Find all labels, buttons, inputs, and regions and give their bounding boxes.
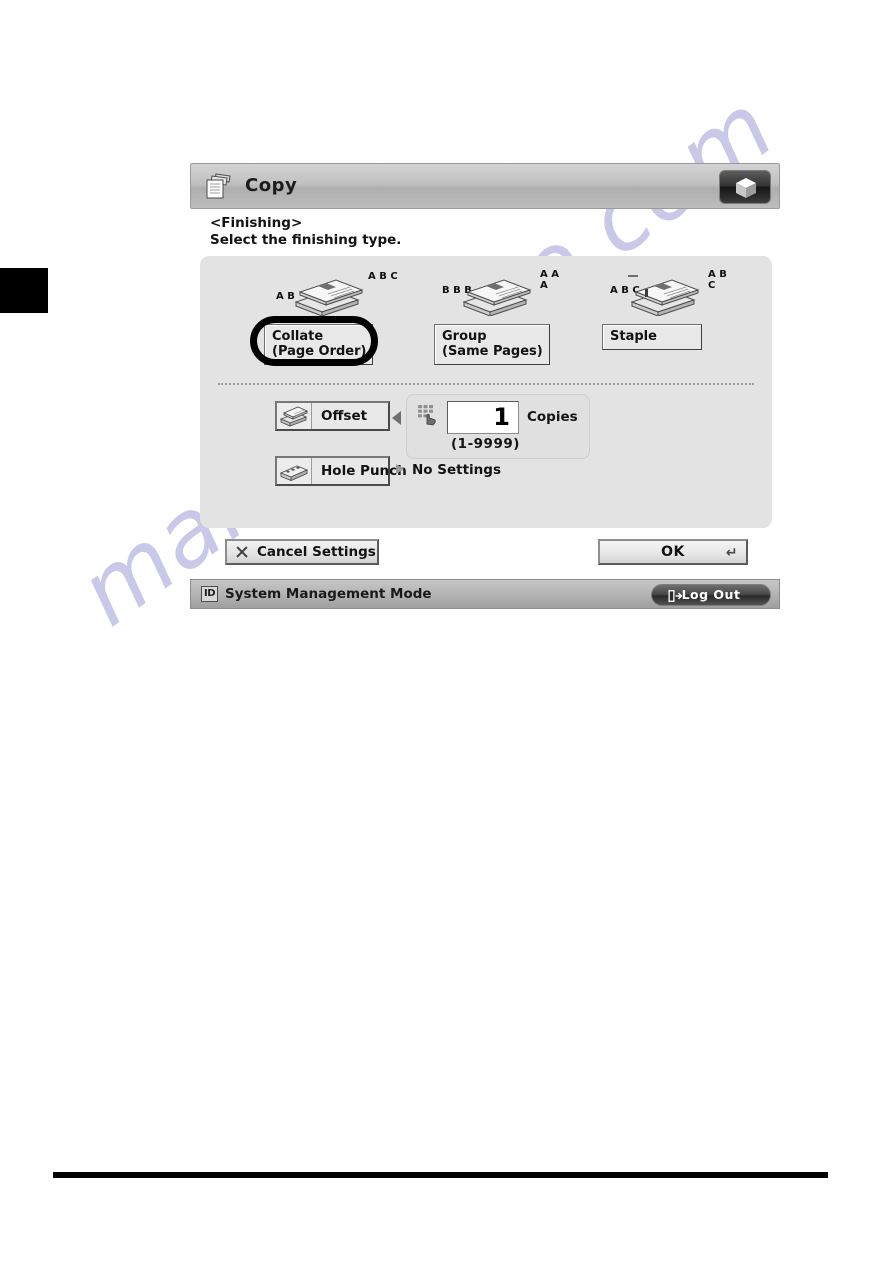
cube-icon-button[interactable] <box>719 170 771 204</box>
staple-letters-right: A B C <box>708 269 727 291</box>
copies-group: 1 Copies (1-9999) <box>406 394 590 459</box>
copy-documents-icon <box>203 172 235 202</box>
cancel-settings-button[interactable]: Cancel Settings <box>225 539 379 565</box>
numeric-keypad-icon <box>417 404 439 430</box>
finishing-option-staple[interactable]: A B C A B C Staple <box>596 256 736 381</box>
section-divider <box>218 383 754 385</box>
copies-input[interactable]: 1 <box>447 401 519 434</box>
instruction-block: <Finishing> Select the finishing type. <box>210 215 401 249</box>
offset-link-arrow-icon <box>392 411 401 425</box>
close-x-icon <box>235 546 248 559</box>
copies-unit-label: Copies <box>527 409 578 425</box>
copies-range-label: (1-9999) <box>451 436 520 452</box>
page-bottom-rule <box>53 1172 828 1178</box>
ok-button-label: OK <box>661 544 685 560</box>
hole-punch-button[interactable]: Hole Punch <box>275 456 407 486</box>
status-bar: ID System Management Mode Log Out <box>190 579 780 609</box>
cube-icon <box>736 178 756 198</box>
offset-button-label: Offset <box>321 408 368 424</box>
offset-stack-icon <box>277 403 312 429</box>
collate-letters-right: A B C <box>368 271 398 282</box>
enter-arrow-icon: ↵ <box>725 545 738 561</box>
titlebar: Copy <box>190 163 780 209</box>
paper-stack-icon: B B B A A A <box>428 260 568 322</box>
instruction-prompt: Select the finishing type. <box>210 232 402 248</box>
hole-punch-icon <box>277 458 312 484</box>
ok-button[interactable]: OK ↵ <box>598 539 748 565</box>
log-out-button[interactable]: Log Out <box>651 584 771 606</box>
hole-punch-value: No Settings <box>412 462 501 478</box>
id-badge: ID <box>201 586 218 602</box>
finishing-option-group[interactable]: B B B A A A Group (Same Pages) <box>428 256 568 381</box>
page-title: Copy <box>245 175 298 196</box>
finishing-option-staple-label[interactable]: Staple <box>602 324 702 350</box>
finishing-option-group-label[interactable]: Group (Same Pages) <box>434 324 550 365</box>
chapter-tab-marker <box>0 268 48 313</box>
instruction-context: <Finishing> <box>210 215 303 231</box>
settings-panel: A B A B C Collate (Page Order) B B B A A… <box>200 256 772 528</box>
hole-punch-value-arrow-icon <box>396 464 404 474</box>
device-screen: Copy <Finishing> Select the finishing ty… <box>190 163 780 609</box>
paper-stack-icon: A B A B C <box>258 260 398 322</box>
finishing-option-collate-label[interactable]: Collate (Page Order) <box>264 324 374 365</box>
log-out-label: Log Out <box>681 587 741 602</box>
group-letters-right: A A A <box>540 269 559 291</box>
offset-button[interactable]: Offset <box>275 401 390 431</box>
finishing-options-row: A B A B C Collate (Page Order) B B B A A… <box>200 256 772 381</box>
paper-stack-stapled-icon: A B C A B C <box>596 260 736 322</box>
logout-arrow-icon <box>668 590 682 602</box>
finishing-option-collate[interactable]: A B A B C Collate (Page Order) <box>250 256 398 381</box>
status-bar-text: System Management Mode <box>225 586 432 602</box>
cancel-settings-label: Cancel Settings <box>257 544 376 560</box>
